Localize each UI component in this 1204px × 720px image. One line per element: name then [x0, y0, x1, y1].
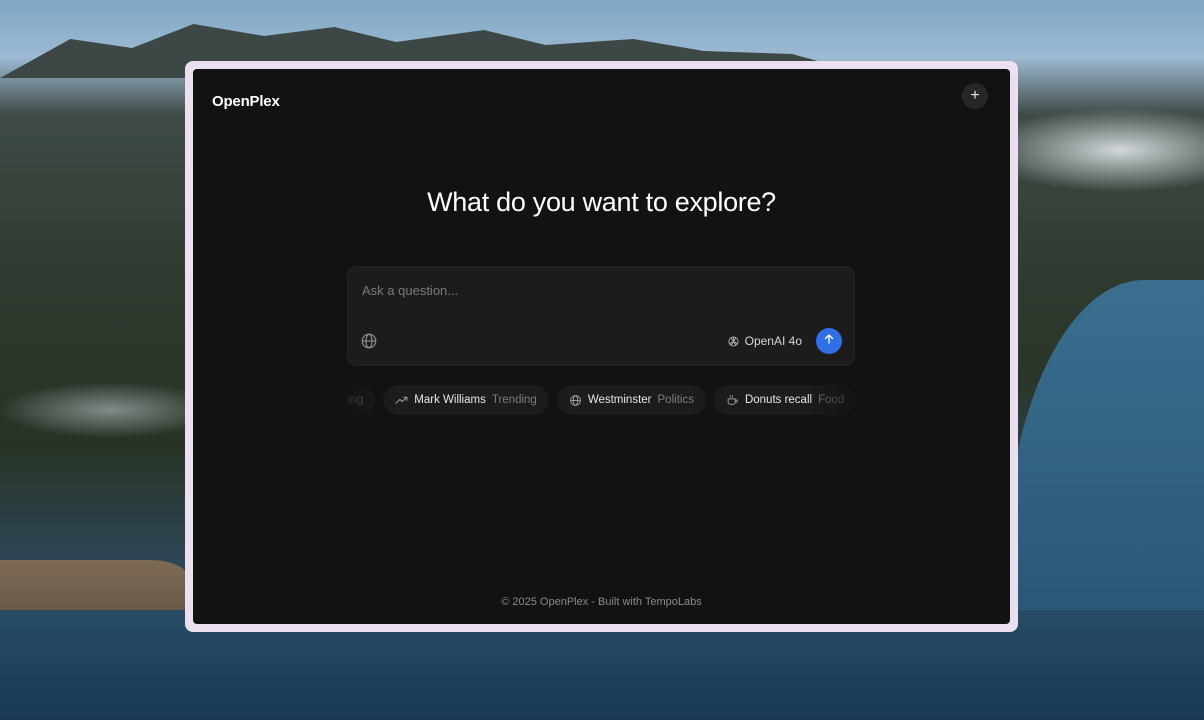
app-window-frame: OpenPlex + What do you want to explore? — [185, 61, 1018, 632]
suggestion-category: Trending — [491, 394, 537, 406]
suggestion-category: Politics — [657, 394, 694, 406]
suggestion-title: Donuts recall — [744, 394, 813, 406]
suggestion-category: Gaming — [347, 394, 364, 406]
suggestion-carousel: Gaming Mark Williams Trending — [347, 385, 855, 417]
page-title: What do you want to explore? — [427, 187, 776, 217]
model-selector[interactable]: OpenAI 4o — [727, 331, 802, 351]
suggestion-title: Westminster — [587, 394, 652, 406]
model-label: OpenAI 4o — [744, 334, 802, 348]
coffee-icon — [726, 394, 739, 407]
app-window: OpenPlex + What do you want to explore? — [193, 69, 1010, 624]
new-chat-button[interactable]: + — [962, 83, 988, 109]
suggestion-title: Mark Williams — [414, 394, 486, 406]
suggestion-chip[interactable]: Gaming — [347, 385, 376, 415]
suggestion-chip[interactable]: Donuts recall Food — [713, 385, 855, 415]
question-input[interactable] — [360, 279, 844, 301]
globe-icon — [569, 394, 582, 407]
trending-up-icon — [395, 394, 408, 407]
composer: OpenAI 4o — [347, 266, 855, 366]
suggestion-chip[interactable]: Westminster Politics — [556, 385, 706, 415]
suggestion-track: Gaming Mark Williams Trending — [347, 385, 855, 415]
suggestion-chip[interactable]: Mark Williams Trending — [383, 385, 549, 415]
send-button[interactable] — [816, 328, 842, 354]
globe-icon[interactable] — [360, 332, 378, 350]
arrow-up-icon — [823, 332, 835, 350]
openai-icon — [727, 335, 740, 348]
suggestion-category: Food — [818, 394, 845, 406]
footer-credit: © 2025 OpenPlex - Built with TempoLabs — [501, 596, 702, 608]
brand-logo[interactable]: OpenPlex — [212, 93, 280, 110]
